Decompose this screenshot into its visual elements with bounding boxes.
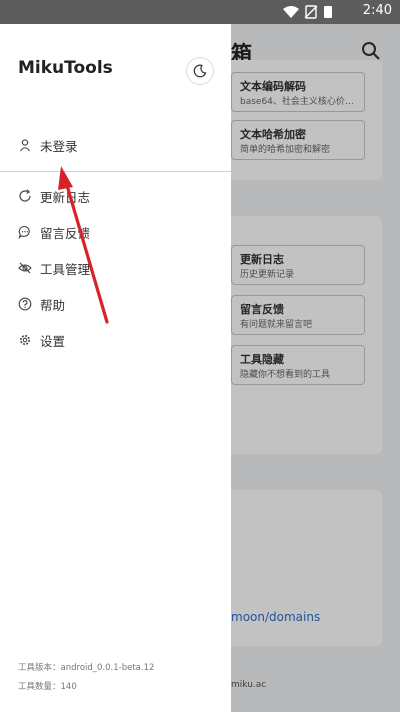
wifi-icon — [283, 6, 299, 18]
navigation-drawer: MikuTools 未登录 更新日志 留言反馈 工具管理 帮助 设置 工具版本：… — [0, 24, 231, 712]
clock: 2:40 — [362, 3, 392, 18]
count-label: 工具数量： — [18, 682, 61, 692]
menu-item-label: 留言反馈 — [40, 225, 91, 241]
theme-toggle-button[interactable] — [186, 57, 214, 85]
moon-icon — [193, 64, 207, 78]
menu-item-help[interactable]: 帮助 — [18, 294, 218, 314]
status-bar: 2:40 — [0, 0, 400, 24]
version-value: android_0.0.1-beta.12 — [60, 663, 155, 673]
status-icons — [283, 5, 332, 19]
menu-item-label: 帮助 — [40, 297, 66, 313]
chat-bubble-icon — [18, 225, 32, 239]
menu-item-label: 设置 — [40, 333, 66, 349]
menu-item-changelog[interactable]: 更新日志 — [18, 186, 218, 206]
menu-item-label: 更新日志 — [40, 189, 91, 205]
count-value: 140 — [60, 682, 77, 692]
login-label: 未登录 — [40, 138, 78, 154]
divider — [0, 171, 231, 172]
login-item[interactable]: 未登录 — [18, 135, 218, 155]
menu-item-label: 工具管理 — [40, 261, 91, 277]
help-icon — [18, 297, 32, 311]
tool-count-info: 工具数量：140 — [18, 680, 77, 692]
menu-item-tool-management[interactable]: 工具管理 — [18, 258, 218, 278]
battery-icon — [324, 6, 332, 18]
gear-icon — [18, 333, 32, 347]
refresh-icon — [18, 189, 32, 203]
version-label: 工具版本： — [18, 663, 61, 673]
eye-off-icon — [18, 261, 32, 275]
menu-item-feedback[interactable]: 留言反馈 — [18, 222, 218, 242]
menu-item-settings[interactable]: 设置 — [18, 330, 218, 350]
version-info: 工具版本：android_0.0.1-beta.12 — [18, 661, 154, 673]
user-icon — [18, 138, 32, 152]
app-name: MikuTools — [18, 58, 113, 78]
